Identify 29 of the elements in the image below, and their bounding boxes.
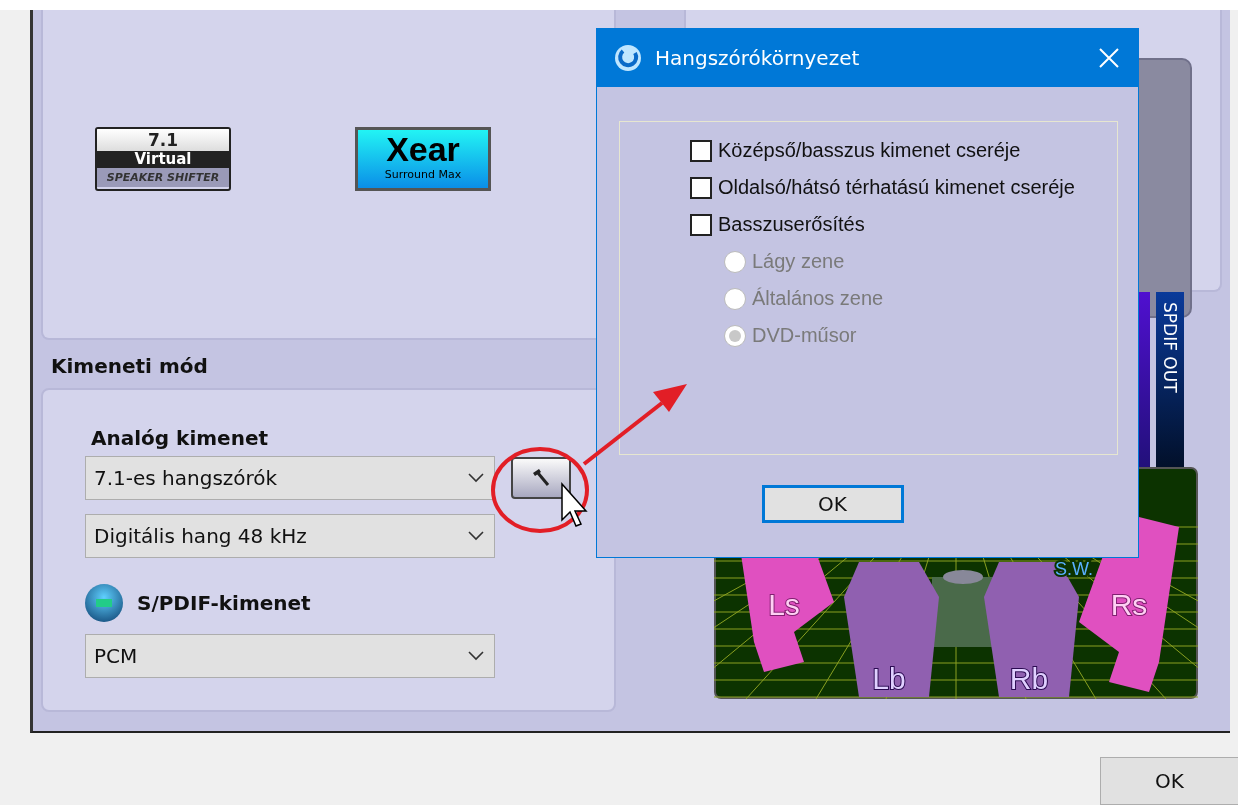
ok-button[interactable]: OK <box>1100 757 1238 805</box>
checkbox[interactable] <box>690 139 712 162</box>
section-title: Kimeneti mód <box>50 353 209 380</box>
dropdown[interactable]: PCM <box>85 634 495 678</box>
surround-logo: Xear Surround Max <box>355 127 491 191</box>
settings-button[interactable] <box>511 457 571 499</box>
dialog-title: Hangszórókörnyezet <box>655 46 861 70</box>
side-tab[interactable]: SPDIF OUT <box>1156 292 1184 467</box>
speaker-label: Rs <box>1110 588 1148 621</box>
connector-icon <box>85 584 123 622</box>
app-icon <box>613 43 643 73</box>
chevron-down-icon <box>468 651 484 661</box>
virtual-speaker-logo: 7.1 Virtual SPEAKER SHIFTER <box>95 127 231 191</box>
field-label: Analóg kimenet <box>91 426 269 450</box>
chevron-down-icon <box>468 473 484 483</box>
checkbox-option[interactable]: Oldalsó/hátsó térhatású kimenet cseréje <box>690 169 1117 206</box>
speaker-label: Rb <box>1009 662 1049 695</box>
checkbox-option[interactable]: Basszuserősítés <box>690 206 1117 243</box>
checkbox-option[interactable]: Középső/basszus kimenet cseréje <box>690 132 1117 169</box>
cursor-icon <box>561 482 588 527</box>
field-label: S/PDIF-kimenet <box>137 591 311 615</box>
chevron-down-icon <box>468 531 484 541</box>
dropdown[interactable]: Digitális hang 48 kHz <box>85 514 495 558</box>
speaker-label: Lb <box>872 662 906 695</box>
dropdown[interactable]: 7.1-es hangszórók <box>85 456 495 500</box>
speaker-label: Ls <box>768 588 800 621</box>
checkbox[interactable] <box>690 176 712 199</box>
checkbox[interactable] <box>690 213 712 236</box>
ok-button[interactable]: OK <box>761 485 904 523</box>
